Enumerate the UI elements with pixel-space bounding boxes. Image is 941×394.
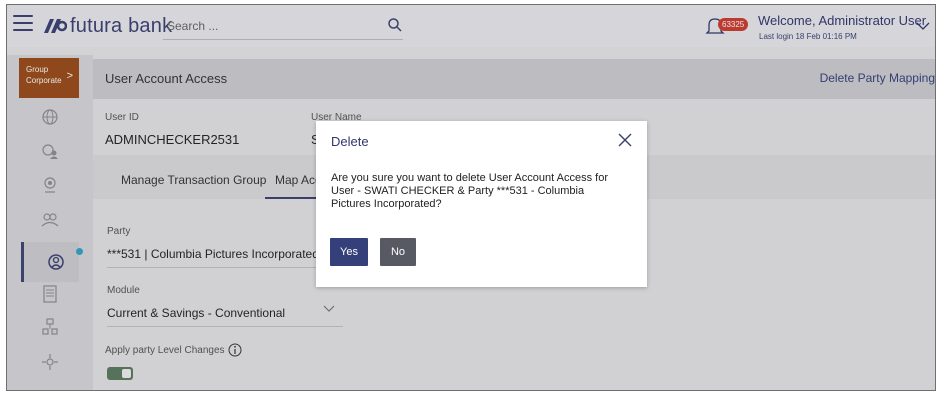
close-icon[interactable] — [617, 132, 633, 148]
yes-button[interactable]: Yes — [330, 238, 368, 266]
dialog-title: Delete — [331, 134, 369, 149]
no-button[interactable]: No — [380, 238, 416, 266]
app-window: futura bank 63325 Welcome, Administrator… — [6, 4, 936, 391]
delete-confirmation-dialog: Delete Are you sure you want to delete U… — [316, 121, 647, 287]
dialog-message: Are you sure you want to delete User Acc… — [331, 172, 608, 210]
